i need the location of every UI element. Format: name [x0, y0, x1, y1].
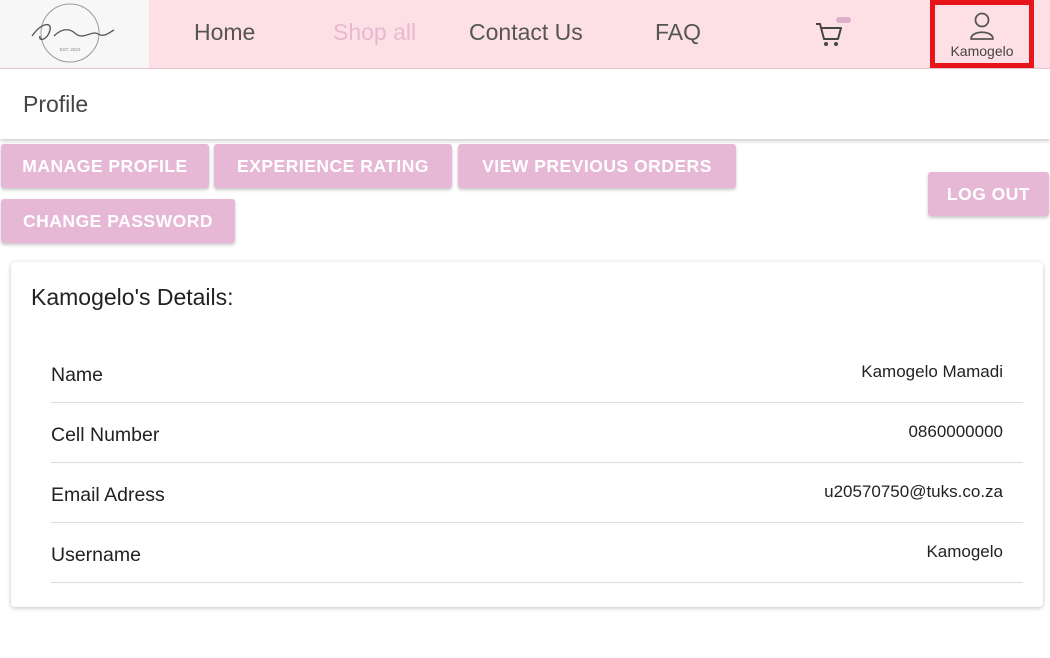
nav-link-contact-us[interactable]: Contact Us [469, 18, 583, 46]
cart-badge [836, 17, 851, 23]
brand-logo[interactable]: EST. 2022 [0, 0, 149, 68]
cart-icon [816, 23, 842, 46]
detail-row-cell-number: Cell Number 0860000000 [51, 402, 1023, 463]
cart-button[interactable] [813, 19, 845, 49]
top-navbar: EST. 2022 Home Shop all Contact Us FAQ K… [0, 0, 1050, 69]
experience-rating-button[interactable]: EXPERIENCE RATING [214, 144, 452, 188]
detail-value: u20570750@tuks.co.za [824, 482, 1003, 501]
detail-row-email: Email Adress u20570750@tuks.co.za [51, 462, 1023, 523]
nav-link-faq[interactable]: FAQ [655, 18, 701, 46]
detail-value: Kamogelo [926, 542, 1003, 561]
user-profile-button[interactable]: Kamogelo [930, 0, 1034, 68]
change-password-button[interactable]: CHANGE PASSWORD [1, 199, 235, 243]
details-title: Kamogelo's Details: [31, 284, 234, 310]
detail-label: Username [51, 544, 141, 566]
user-icon [970, 12, 994, 40]
view-previous-orders-button[interactable]: VIEW PREVIOUS ORDERS [458, 144, 736, 188]
user-name-label: Kamogelo [950, 43, 1014, 59]
logo-icon: EST. 2022 [31, 3, 115, 63]
nav-link-home[interactable]: Home [194, 18, 255, 46]
profile-header: Profile [0, 69, 1050, 139]
log-out-button[interactable]: LOG OUT [928, 172, 1049, 216]
details-card: Kamogelo's Details: Name Kamogelo Mamadi… [11, 262, 1043, 607]
manage-profile-button[interactable]: MANAGE PROFILE [1, 144, 209, 188]
detail-row-name: Name Kamogelo Mamadi [51, 342, 1023, 403]
detail-value: Kamogelo Mamadi [861, 362, 1003, 381]
detail-row-username: Username Kamogelo [51, 522, 1023, 583]
detail-value: 0860000000 [908, 422, 1003, 441]
detail-label: Cell Number [51, 424, 160, 446]
svg-text:EST. 2022: EST. 2022 [60, 47, 81, 52]
nav-link-shop-all[interactable]: Shop all [333, 18, 416, 46]
detail-label: Name [51, 364, 104, 386]
page-title: Profile [23, 91, 89, 117]
detail-label: Email Adress [51, 484, 165, 506]
